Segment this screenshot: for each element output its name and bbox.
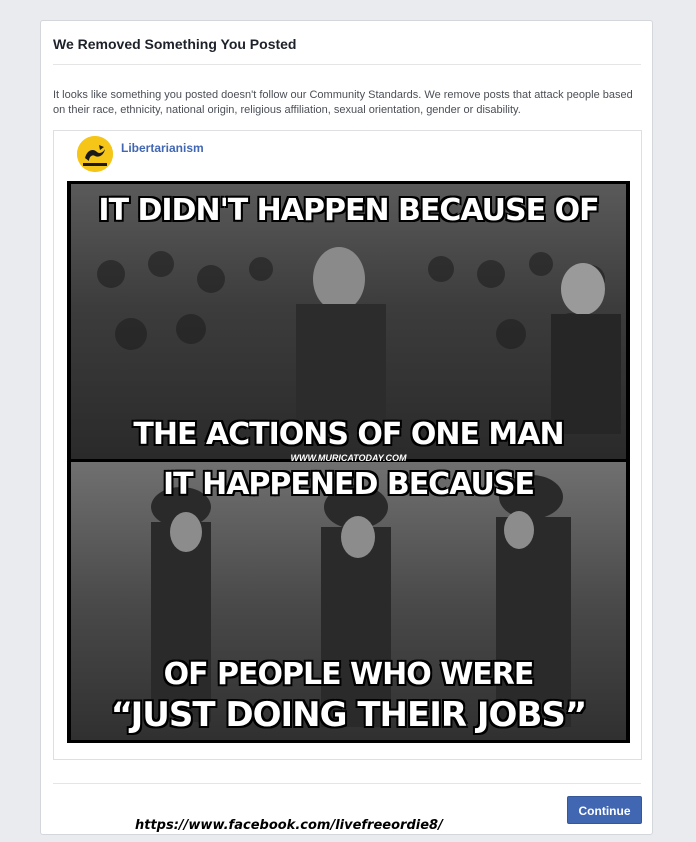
removed-post: Libertarianism IT DIDN'T HAPPEN BECAUSE … <box>53 130 642 760</box>
dialog-title: We Removed Something You Posted <box>53 36 297 52</box>
meme-middle-text: THE ACTIONS OF ONE MAN <box>133 417 564 452</box>
meme-top-text: IT DIDN'T HAPPEN BECAUSE OF <box>98 193 599 228</box>
source-url: https://www.facebook.com/livefreeordie8/ <box>135 818 443 833</box>
divider <box>53 783 641 784</box>
page-avatar[interactable] <box>77 136 113 172</box>
divider <box>53 64 641 65</box>
removal-dialog: We Removed Something You Posted It looks… <box>40 20 653 835</box>
continue-button[interactable]: Continue <box>567 796 642 824</box>
meme-image: IT DIDN'T HAPPEN BECAUSE OF THE ACTIONS … <box>67 181 630 743</box>
meme-bottom-text-3: “JUST DOING THEIR JOBS” <box>110 695 587 735</box>
meme-watermark: WWW.MURICATODAY.COM <box>290 453 407 463</box>
dialog-message: It looks like something you posted doesn… <box>53 89 633 116</box>
snake-flag-icon <box>77 136 113 172</box>
meme-bottom-text-1: IT HAPPENED BECAUSE <box>163 467 535 502</box>
meme-bottom-text-2: OF PEOPLE WHO WERE <box>163 657 535 692</box>
page-name-link[interactable]: Libertarianism <box>121 141 204 155</box>
